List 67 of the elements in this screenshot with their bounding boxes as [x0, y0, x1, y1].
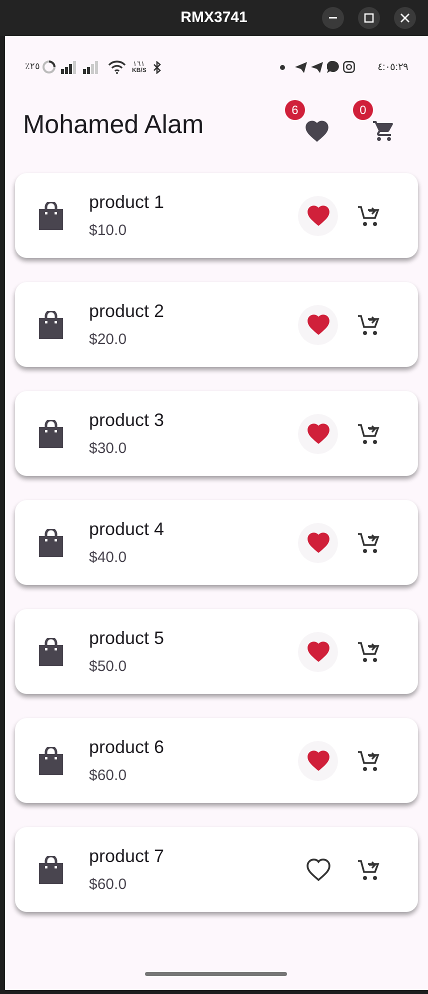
paper-plane-icon — [295, 62, 308, 72]
signal-icon — [83, 60, 100, 74]
add-to-cart-icon — [357, 748, 381, 772]
cart-icon — [372, 119, 396, 143]
camera-icon — [343, 61, 356, 73]
product-price: $60.0 — [89, 766, 128, 786]
shopping-bag-icon — [39, 310, 63, 338]
shopping-bag-icon — [39, 746, 63, 774]
product-price: $30.0 — [89, 438, 128, 459]
heart-icon — [306, 531, 330, 554]
favorite-button[interactable] — [298, 632, 338, 672]
wifi-icon — [108, 60, 126, 74]
chat-bubble-icon — [327, 61, 340, 73]
shopping-bag-icon — [39, 202, 63, 230]
close-button[interactable] — [394, 7, 416, 29]
favorites-button[interactable] — [304, 119, 330, 143]
heart-icon — [306, 422, 330, 445]
product-name: product 2 — [89, 300, 164, 323]
add-to-cart-icon — [357, 530, 381, 554]
dot-icon — [280, 64, 286, 70]
favorite-button[interactable] — [298, 522, 338, 562]
shopping-bag-icon — [39, 856, 63, 884]
product-name: product 5 — [89, 626, 164, 650]
add-to-cart-icon — [357, 204, 381, 228]
product-name: product 7 — [89, 844, 164, 868]
heart-icon — [306, 749, 330, 772]
favorite-button[interactable] — [298, 304, 338, 344]
product-name: product 1 — [89, 190, 164, 214]
count-badge: 0 — [353, 100, 373, 120]
signal-icon — [61, 60, 78, 74]
count-badge: 6 — [285, 100, 305, 120]
battery-text: ٪٢٥ — [25, 60, 40, 74]
product-price: $20.0 — [89, 330, 128, 350]
product-price: $10.0 — [89, 220, 128, 241]
shopping-bag-icon — [39, 528, 63, 556]
window-title: RMX3741 — [180, 8, 248, 28]
close-icon — [400, 13, 410, 23]
add-to-cart-icon — [357, 640, 381, 664]
heart-icon — [304, 119, 330, 143]
product-name: product 6 — [89, 736, 164, 759]
shopping-bag-icon — [39, 420, 63, 448]
cart-button[interactable] — [372, 119, 396, 143]
product-name: product 3 — [89, 408, 164, 432]
bluetooth-icon — [153, 60, 162, 74]
product-price: $60.0 — [89, 874, 128, 895]
add-to-cart-icon — [357, 312, 381, 336]
minimize-icon — [329, 17, 337, 19]
heart-icon — [306, 313, 330, 336]
favorite-button[interactable] — [298, 740, 338, 780]
add-to-cart-icon — [357, 422, 381, 446]
product-price: $50.0 — [89, 656, 128, 677]
shopping-bag-icon — [39, 638, 63, 666]
paper-plane-icon — [311, 62, 324, 72]
product-price: $40.0 — [89, 548, 128, 568]
clock-text: ٤:٠٥:٢٩ — [377, 60, 408, 74]
add-to-cart-icon — [357, 858, 381, 882]
app-title: Mohamed Alam — [23, 108, 204, 140]
battery-ring-icon — [42, 60, 56, 74]
minimize-button[interactable] — [322, 7, 344, 29]
maximize-button[interactable] — [358, 7, 380, 29]
heart-icon — [306, 858, 330, 881]
maximize-icon — [364, 13, 374, 23]
favorite-button[interactable] — [298, 414, 338, 454]
product-name: product 4 — [89, 518, 164, 541]
heart-icon — [306, 640, 330, 663]
favorite-button[interactable] — [298, 196, 338, 236]
heart-icon — [306, 204, 330, 227]
